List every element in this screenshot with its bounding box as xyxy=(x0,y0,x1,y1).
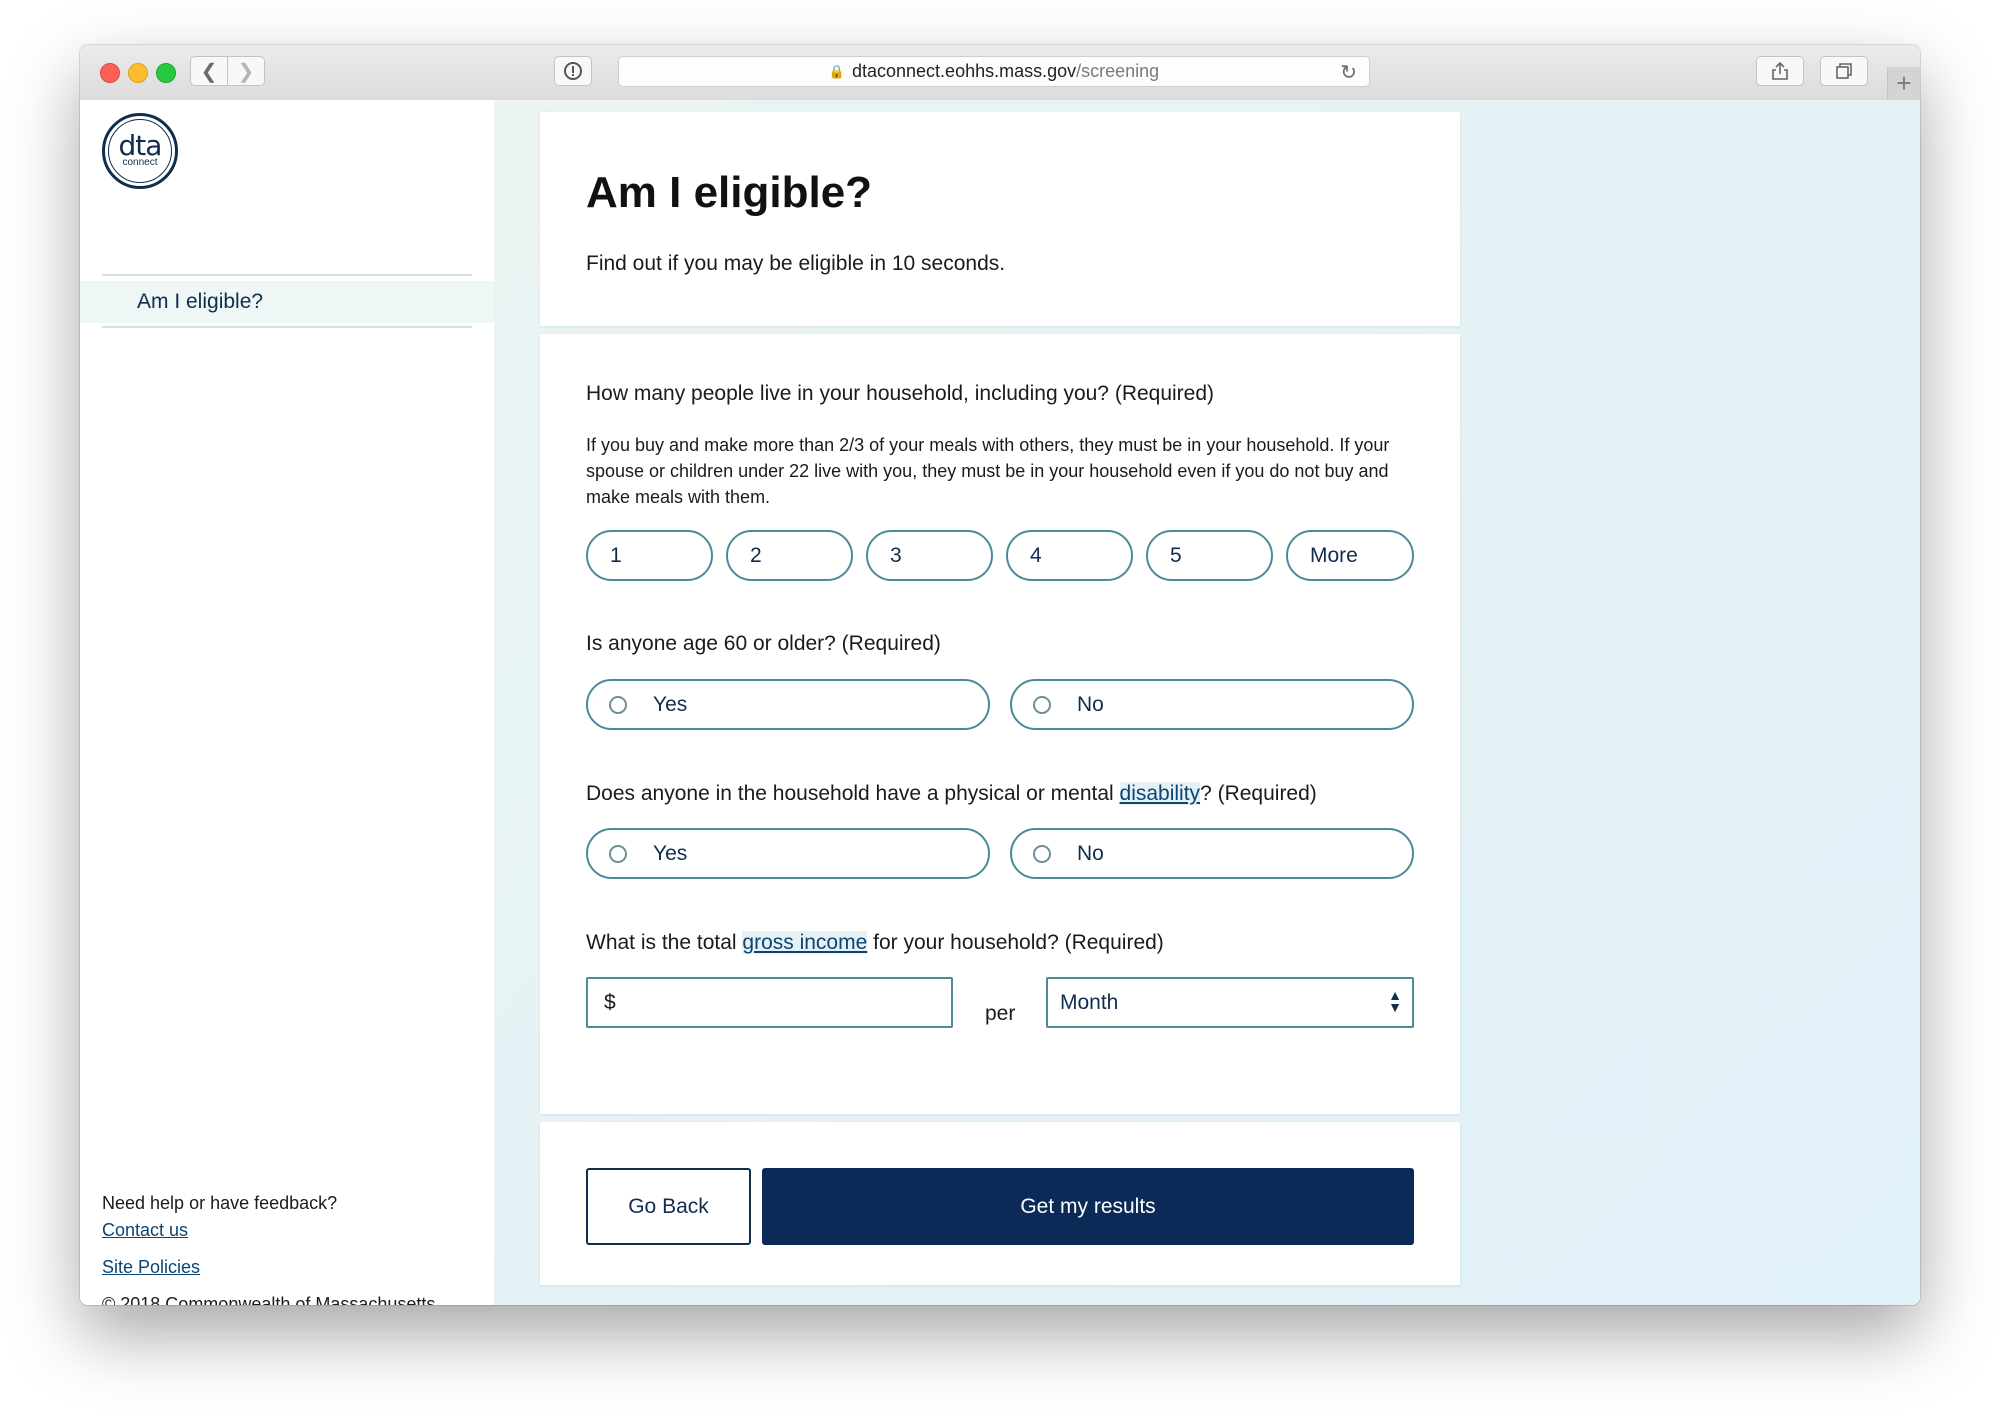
age-no-radio[interactable]: No xyxy=(1010,679,1414,730)
form-actions: Go Back Get my results xyxy=(540,1122,1460,1285)
question-text: Does anyone in the household have a phys… xyxy=(586,782,1120,805)
select-arrows-icon: ▲ ▼ xyxy=(1388,987,1402,1015)
share-icon[interactable] xyxy=(1756,56,1804,86)
question-text: ? (Required) xyxy=(1200,782,1317,805)
lock-icon: 🔒 xyxy=(828,63,845,79)
back-arrow-icon[interactable]: ❮ xyxy=(190,56,228,86)
get-my-results-button[interactable]: Get my results xyxy=(762,1168,1414,1245)
household-option-2[interactable]: 2 xyxy=(726,530,853,581)
reload-icon[interactable]: ↻ xyxy=(1340,60,1357,85)
per-label: per xyxy=(985,1002,1016,1025)
household-option-4[interactable]: 4 xyxy=(1006,530,1133,581)
go-back-button[interactable]: Go Back xyxy=(586,1168,751,1245)
disability-link[interactable]: disability xyxy=(1119,782,1201,805)
url-path: /screening xyxy=(1076,61,1160,81)
household-option-more[interactable]: More xyxy=(1286,530,1414,581)
household-option-5[interactable]: 5 xyxy=(1146,530,1273,581)
age-question: Is anyone age 60 or older? (Required) xyxy=(586,632,941,655)
browser-window: ❮ ❯ 🔒 dtaconnect.eohhs.mass.gov/screenin… xyxy=(80,45,1920,1305)
help-text: Need help or have feedback? xyxy=(102,1193,338,1213)
sidebar-divider xyxy=(102,274,472,276)
page-title: Am I eligible? xyxy=(586,168,873,217)
household-size-question: How many people live in your household, … xyxy=(586,382,1215,405)
gross-income-link[interactable]: gross income xyxy=(742,931,868,954)
forward-arrow-icon[interactable]: ❯ xyxy=(227,56,265,86)
screening-form: Am I eligible? Find out if you may be el… xyxy=(540,112,1460,1285)
radio-label: No xyxy=(1077,692,1104,716)
radio-circle-icon xyxy=(609,844,627,863)
zoom-window-button[interactable] xyxy=(156,63,176,83)
sidebar-footer: Need help or have feedback? Contact us S… xyxy=(102,1190,435,1305)
page-content: dta connect Am I eligible? Need help or … xyxy=(80,100,1920,1305)
household-size-hint: If you buy and make more than 2/3 of you… xyxy=(586,435,1390,507)
radio-circle-icon xyxy=(1033,844,1051,863)
sidebar-item-am-i-eligible[interactable]: Am I eligible? xyxy=(80,281,494,323)
contact-us-link[interactable]: Contact us xyxy=(102,1217,435,1244)
sidebar-item-label: Am I eligible? xyxy=(137,290,264,313)
selected-period: Month xyxy=(1060,990,1119,1014)
age-yes-radio[interactable]: Yes xyxy=(586,679,990,730)
radio-label: No xyxy=(1077,841,1104,865)
copyright-text: © 2018 Commonwealth of Massachusetts xyxy=(102,1294,436,1305)
url-domain: dtaconnect.eohhs.mass.gov xyxy=(851,61,1077,81)
sidebar-divider xyxy=(102,326,472,328)
dta-connect-logo[interactable]: dta connect xyxy=(102,113,178,189)
income-amount-input[interactable]: $ xyxy=(586,977,953,1028)
form-questions: How many people live in your household, … xyxy=(540,334,1460,1114)
disability-no-radio[interactable]: No xyxy=(1010,828,1414,879)
site-policies-link[interactable]: Site Policies xyxy=(102,1254,435,1281)
radio-label: Yes xyxy=(653,841,688,865)
address-bar[interactable]: 🔒 dtaconnect.eohhs.mass.gov/screening ↻ xyxy=(618,56,1370,87)
browser-toolbar: ❮ ❯ 🔒 dtaconnect.eohhs.mass.gov/screenin… xyxy=(80,45,1920,101)
currency-symbol: $ xyxy=(604,990,616,1014)
minimize-window-button[interactable] xyxy=(128,63,148,83)
question-text: What is the total xyxy=(586,931,743,954)
new-tab-icon[interactable]: + xyxy=(1887,67,1920,100)
close-window-button[interactable] xyxy=(100,63,120,83)
income-question: What is the total gross income for your … xyxy=(586,931,1164,955)
form-header: Am I eligible? Find out if you may be el… xyxy=(540,112,1460,326)
radio-circle-icon xyxy=(1033,695,1051,714)
income-period-select[interactable]: Month ▲ ▼ xyxy=(1046,977,1414,1028)
radio-circle-icon xyxy=(609,695,627,714)
logo-text: dta xyxy=(118,129,163,162)
reader-info-icon[interactable] xyxy=(554,56,592,86)
page-subtitle: Find out if you may be eligible in 10 se… xyxy=(586,252,1006,275)
disability-yes-radio[interactable]: Yes xyxy=(586,828,990,879)
disability-question: Does anyone in the household have a phys… xyxy=(586,782,1317,806)
show-tabs-icon[interactable] xyxy=(1820,56,1868,86)
logo-subtext: connect xyxy=(122,157,158,168)
household-option-3[interactable]: 3 xyxy=(866,530,993,581)
question-text: for your household? (Required) xyxy=(867,931,1164,954)
household-option-1[interactable]: 1 xyxy=(586,530,713,581)
sidebar: dta connect Am I eligible? Need help or … xyxy=(80,100,494,1305)
radio-label: Yes xyxy=(653,692,688,716)
